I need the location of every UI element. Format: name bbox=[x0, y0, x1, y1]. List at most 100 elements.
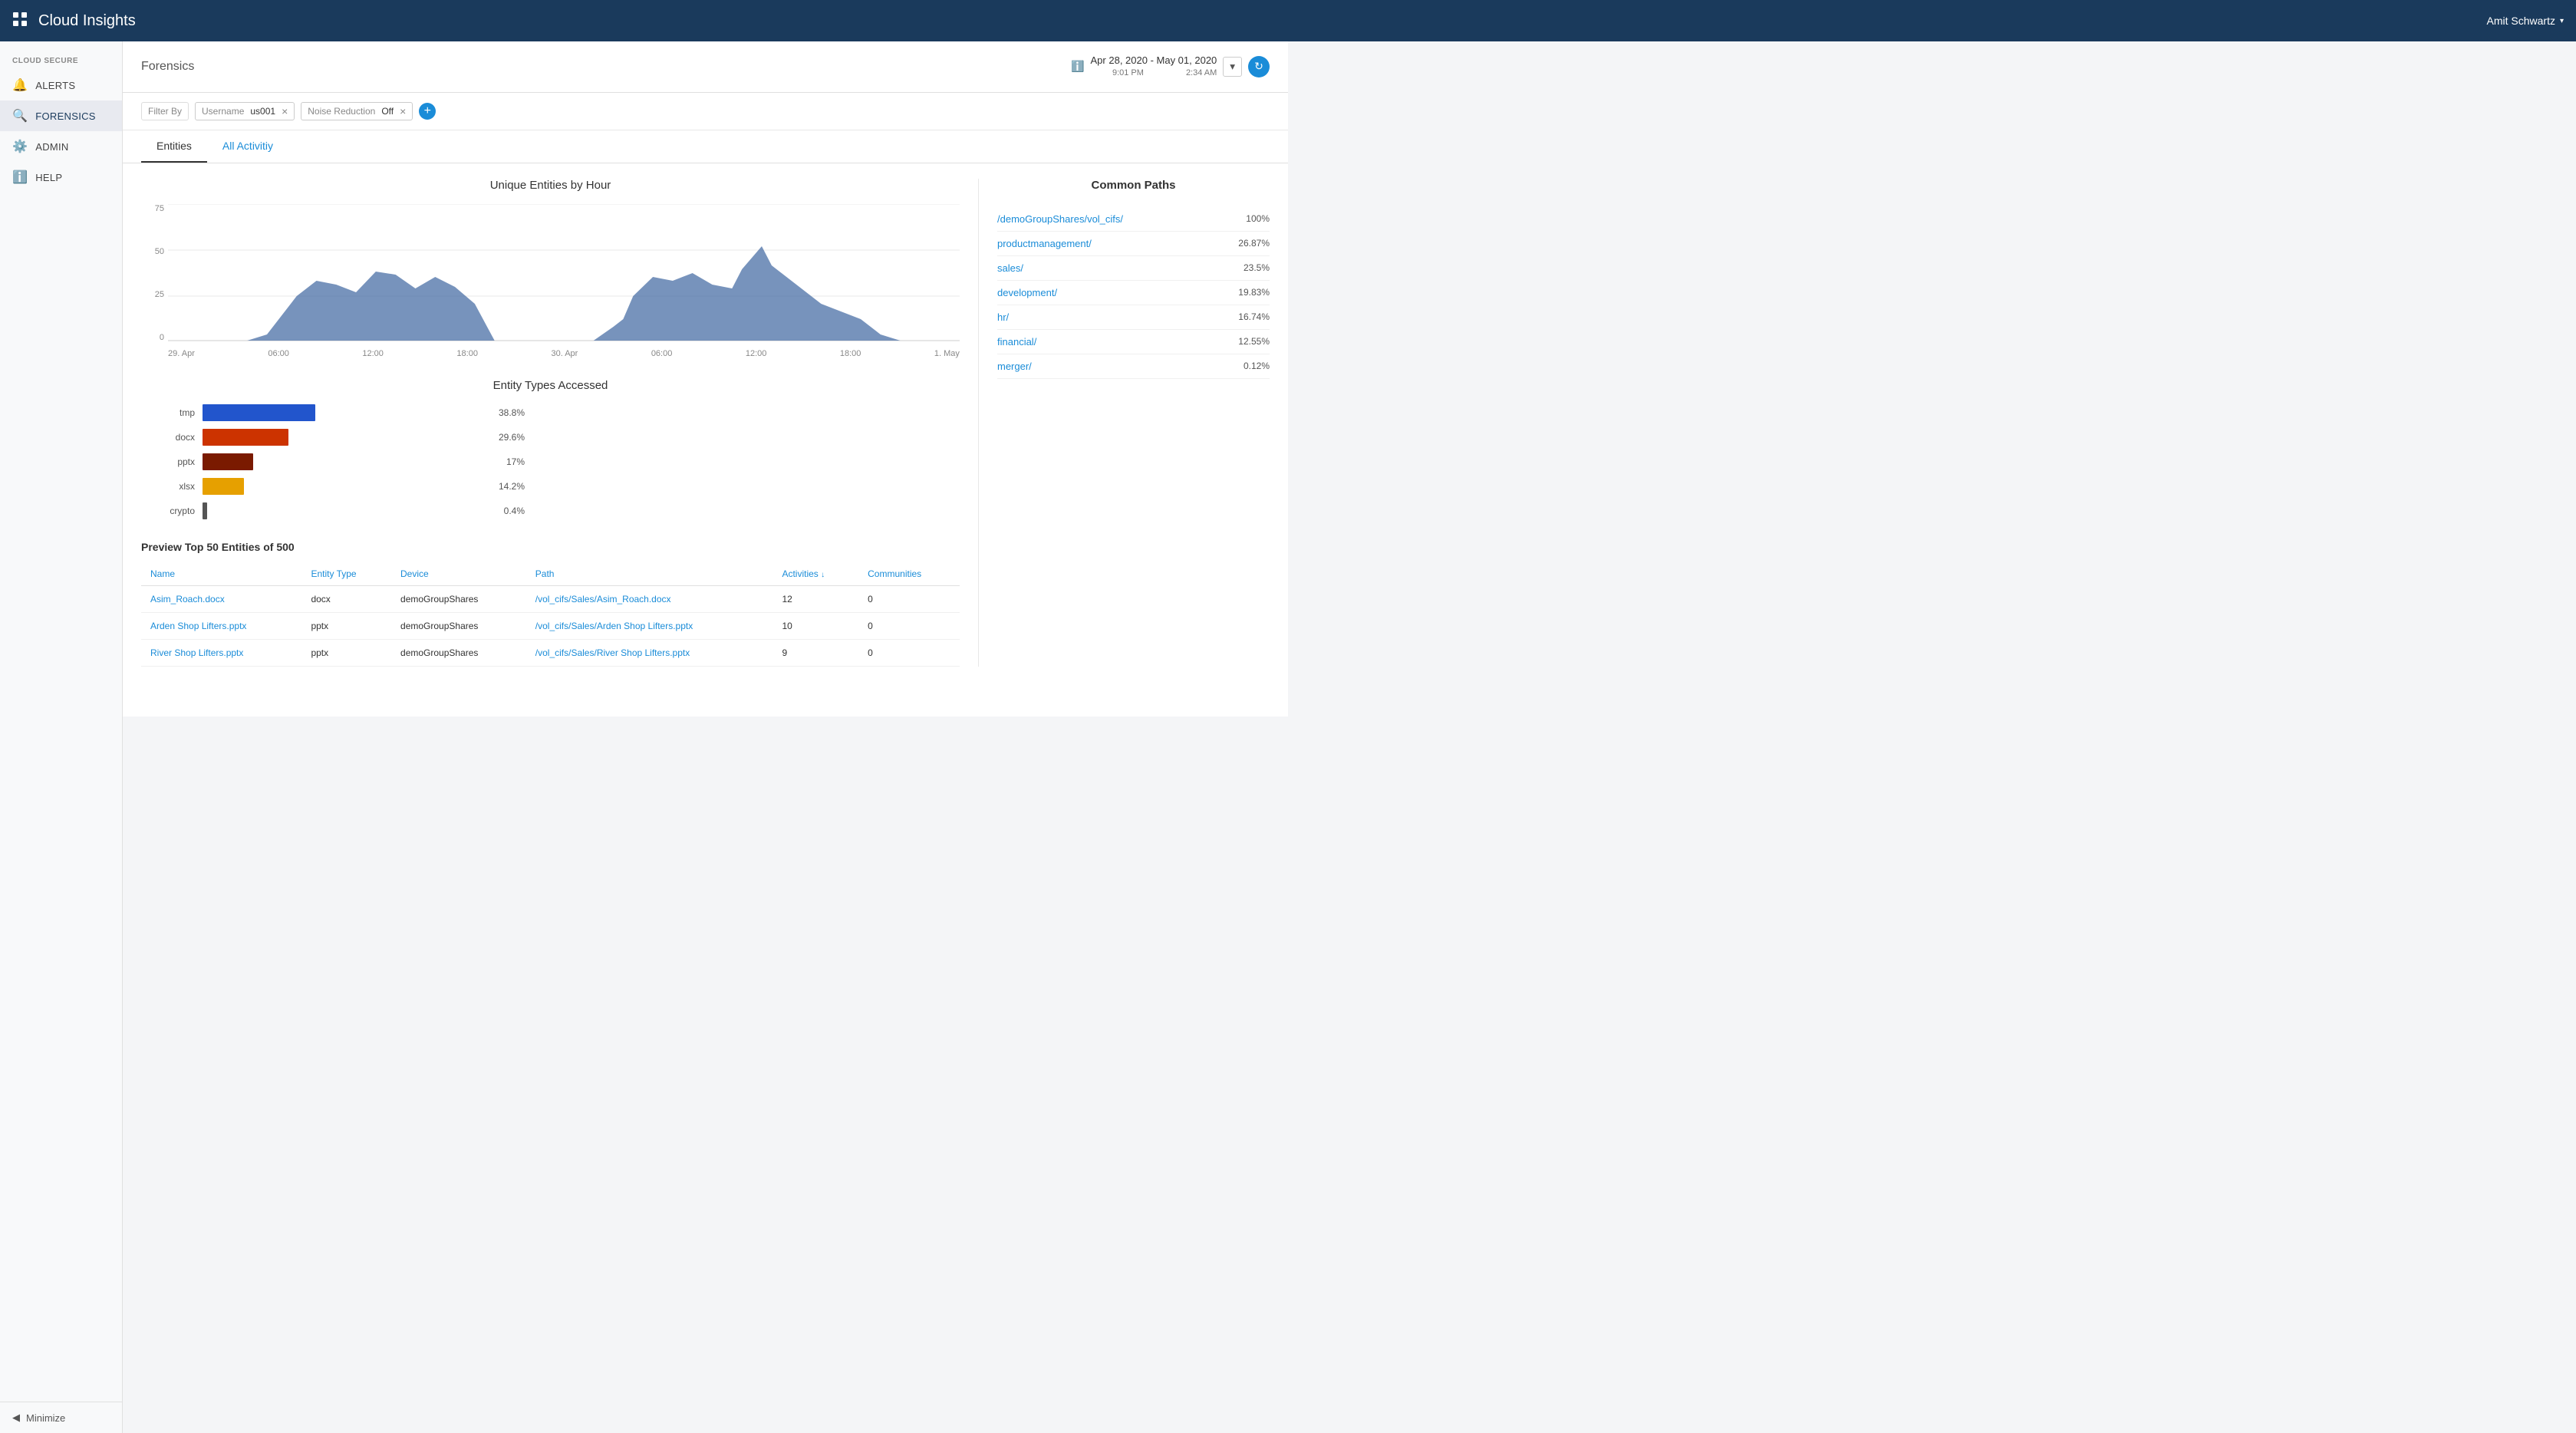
path-link-1[interactable]: productmanagement/ bbox=[997, 238, 1092, 249]
entity-types-chart-title: Entity Types Accessed bbox=[141, 379, 960, 392]
user-menu[interactable]: Amit Schwartz ▾ bbox=[2487, 15, 2564, 27]
path-link-4[interactable]: hr/ bbox=[997, 311, 1009, 323]
username: Amit Schwartz bbox=[2487, 15, 2555, 27]
bell-icon: 🔔 bbox=[12, 77, 28, 93]
y-label-25: 25 bbox=[155, 290, 164, 299]
path-row-5: financial/ 12.55% bbox=[997, 330, 1270, 354]
cell-path-0: /vol_cifs/Sales/Asim_Roach.docx bbox=[526, 585, 773, 612]
path-pct-6: 0.12% bbox=[1244, 361, 1270, 371]
cell-path-1: /vol_cifs/Sales/Arden Shop Lifters.pptx bbox=[526, 612, 773, 639]
unique-entities-chart-title: Unique Entities by Hour bbox=[141, 179, 960, 192]
path-link-0[interactable]: /vol_cifs/Sales/Asim_Roach.docx bbox=[535, 594, 671, 604]
table-row: Arden Shop Lifters.pptx pptx demoGroupSh… bbox=[141, 612, 960, 639]
path-link-6[interactable]: merger/ bbox=[997, 361, 1032, 372]
cell-activities-1: 10 bbox=[772, 612, 858, 639]
minimize-button[interactable]: ◀ Minimize bbox=[0, 1402, 122, 1433]
path-link-2[interactable]: /vol_cifs/Sales/River Shop Lifters.pptx bbox=[535, 647, 690, 658]
bar-fill-xlsx bbox=[203, 478, 244, 495]
table-body: Asim_Roach.docx docx demoGroupShares /vo… bbox=[141, 585, 960, 666]
entity-types-chart-section: Entity Types Accessed tmp 38.8% docx bbox=[141, 379, 960, 519]
cell-name-0: Asim_Roach.docx bbox=[141, 585, 301, 612]
add-filter-button[interactable]: + bbox=[419, 103, 436, 120]
path-pct-2: 23.5% bbox=[1244, 262, 1270, 273]
cell-device-2: demoGroupShares bbox=[391, 639, 526, 666]
cell-type-1: pptx bbox=[301, 612, 391, 639]
sidebar-item-label-help: Help bbox=[35, 172, 62, 183]
filter-value-noise-reduction: Off bbox=[381, 106, 394, 117]
path-link-3[interactable]: development/ bbox=[997, 287, 1057, 298]
entity-name-link-1[interactable]: Arden Shop Lifters.pptx bbox=[150, 621, 246, 631]
filter-bar: Filter By Username us001 × Noise Reducti… bbox=[123, 93, 1288, 130]
refresh-button[interactable]: ↻ bbox=[1248, 56, 1270, 77]
date-range-dropdown-button[interactable]: ▾ bbox=[1223, 57, 1242, 77]
bar-row-crypto: crypto 0.4% bbox=[156, 502, 525, 519]
entity-name-link-0[interactable]: Asim_Roach.docx bbox=[150, 594, 225, 604]
x-label-29apr: 29. Apr bbox=[168, 349, 195, 358]
bar-fill-docx bbox=[203, 429, 288, 446]
path-row-0: /demoGroupShares/vol_cifs/ 100% bbox=[997, 207, 1270, 232]
page-title: Forensics bbox=[141, 60, 194, 74]
sidebar-item-admin[interactable]: ⚙️ Admin bbox=[0, 131, 122, 162]
col-header-path[interactable]: Path bbox=[526, 562, 773, 586]
sidebar-item-label-alerts: Alerts bbox=[35, 80, 75, 91]
minimize-label: Minimize bbox=[26, 1412, 65, 1424]
bar-track-xlsx bbox=[203, 478, 494, 495]
date-range-selector: ℹ️ Apr 28, 2020 - May 01, 2020 9:01 PM 2… bbox=[1071, 54, 1270, 80]
sidebar-item-help[interactable]: ℹ️ Help bbox=[0, 162, 122, 193]
info-icon: ℹ️ bbox=[12, 170, 28, 185]
app-title: Cloud Insights bbox=[38, 12, 2487, 30]
date-range-display: Apr 28, 2020 - May 01, 2020 9:01 PM 2:34… bbox=[1091, 54, 1217, 80]
info-circle-icon: ℹ️ bbox=[1071, 60, 1084, 73]
col-header-device[interactable]: Device bbox=[391, 562, 526, 586]
table-row: River Shop Lifters.pptx pptx demoGroupSh… bbox=[141, 639, 960, 666]
filter-key-noise-reduction: Noise Reduction bbox=[308, 106, 375, 117]
path-link-1[interactable]: /vol_cifs/Sales/Arden Shop Lifters.pptx bbox=[535, 621, 693, 631]
y-label-50: 50 bbox=[155, 247, 164, 256]
tab-entities[interactable]: Entities bbox=[141, 130, 207, 163]
chart-svg-wrapper: 29. Apr 06:00 12:00 18:00 30. Apr 06:00 … bbox=[168, 204, 960, 357]
path-row-6: merger/ 0.12% bbox=[997, 354, 1270, 379]
filter-value-username: us001 bbox=[250, 106, 275, 117]
bar-value-crypto: 0.4% bbox=[504, 506, 525, 516]
x-label-30apr: 30. Apr bbox=[551, 349, 578, 358]
grid-icon[interactable] bbox=[12, 12, 28, 31]
tab-all-activity[interactable]: All Activitiy bbox=[207, 130, 288, 163]
path-pct-5: 12.55% bbox=[1238, 336, 1270, 347]
common-paths-title: Common Paths bbox=[997, 179, 1270, 192]
table-title: Preview Top 50 Entities of 500 bbox=[141, 541, 960, 553]
cell-name-1: Arden Shop Lifters.pptx bbox=[141, 612, 301, 639]
x-label-6: 06:00 bbox=[268, 349, 289, 358]
cell-name-2: River Shop Lifters.pptx bbox=[141, 639, 301, 666]
cell-communities-0: 0 bbox=[858, 585, 960, 612]
col-header-name[interactable]: Name bbox=[141, 562, 301, 586]
cell-activities-0: 12 bbox=[772, 585, 858, 612]
path-link-2[interactable]: sales/ bbox=[997, 262, 1023, 274]
path-row-2: sales/ 23.5% bbox=[997, 256, 1270, 281]
bar-label-docx: docx bbox=[156, 432, 195, 443]
col-header-communities[interactable]: Communities bbox=[858, 562, 960, 586]
remove-noise-reduction-filter-button[interactable]: × bbox=[400, 105, 406, 117]
x-label-18b: 18:00 bbox=[840, 349, 861, 358]
path-link-5[interactable]: financial/ bbox=[997, 336, 1036, 348]
page-header: Forensics ℹ️ Apr 28, 2020 - May 01, 2020… bbox=[123, 41, 1288, 93]
sidebar-item-alerts[interactable]: 🔔 Alerts bbox=[0, 70, 122, 100]
path-row-4: hr/ 16.74% bbox=[997, 305, 1270, 330]
table-header-row: Name Entity Type Device Path bbox=[141, 562, 960, 586]
sidebar-item-forensics[interactable]: 🔍 Forensics bbox=[0, 100, 122, 131]
x-label-6b: 06:00 bbox=[651, 349, 673, 358]
entity-name-link-2[interactable]: River Shop Lifters.pptx bbox=[150, 647, 243, 658]
entities-table-section: Preview Top 50 Entities of 500 Name Enti… bbox=[141, 541, 960, 667]
entities-table: Name Entity Type Device Path bbox=[141, 562, 960, 667]
filter-by-label: Filter By bbox=[141, 102, 189, 120]
date-range-label: Apr 28, 2020 - May 01, 2020 bbox=[1091, 54, 1217, 68]
col-header-entity-type[interactable]: Entity Type bbox=[301, 562, 391, 586]
y-axis-labels: 75 50 25 0 bbox=[141, 204, 168, 342]
filter-key-username: Username bbox=[202, 106, 244, 117]
remove-username-filter-button[interactable]: × bbox=[282, 105, 288, 117]
filter-tag-username: Username us001 × bbox=[195, 102, 295, 120]
bar-fill-pptx bbox=[203, 453, 253, 470]
path-pct-3: 19.83% bbox=[1238, 287, 1270, 298]
path-link-0[interactable]: /demoGroupShares/vol_cifs/ bbox=[997, 213, 1123, 225]
area-chart-container: 75 50 25 0 bbox=[141, 204, 960, 357]
col-header-activities[interactable]: Activities ↓ bbox=[772, 562, 858, 586]
